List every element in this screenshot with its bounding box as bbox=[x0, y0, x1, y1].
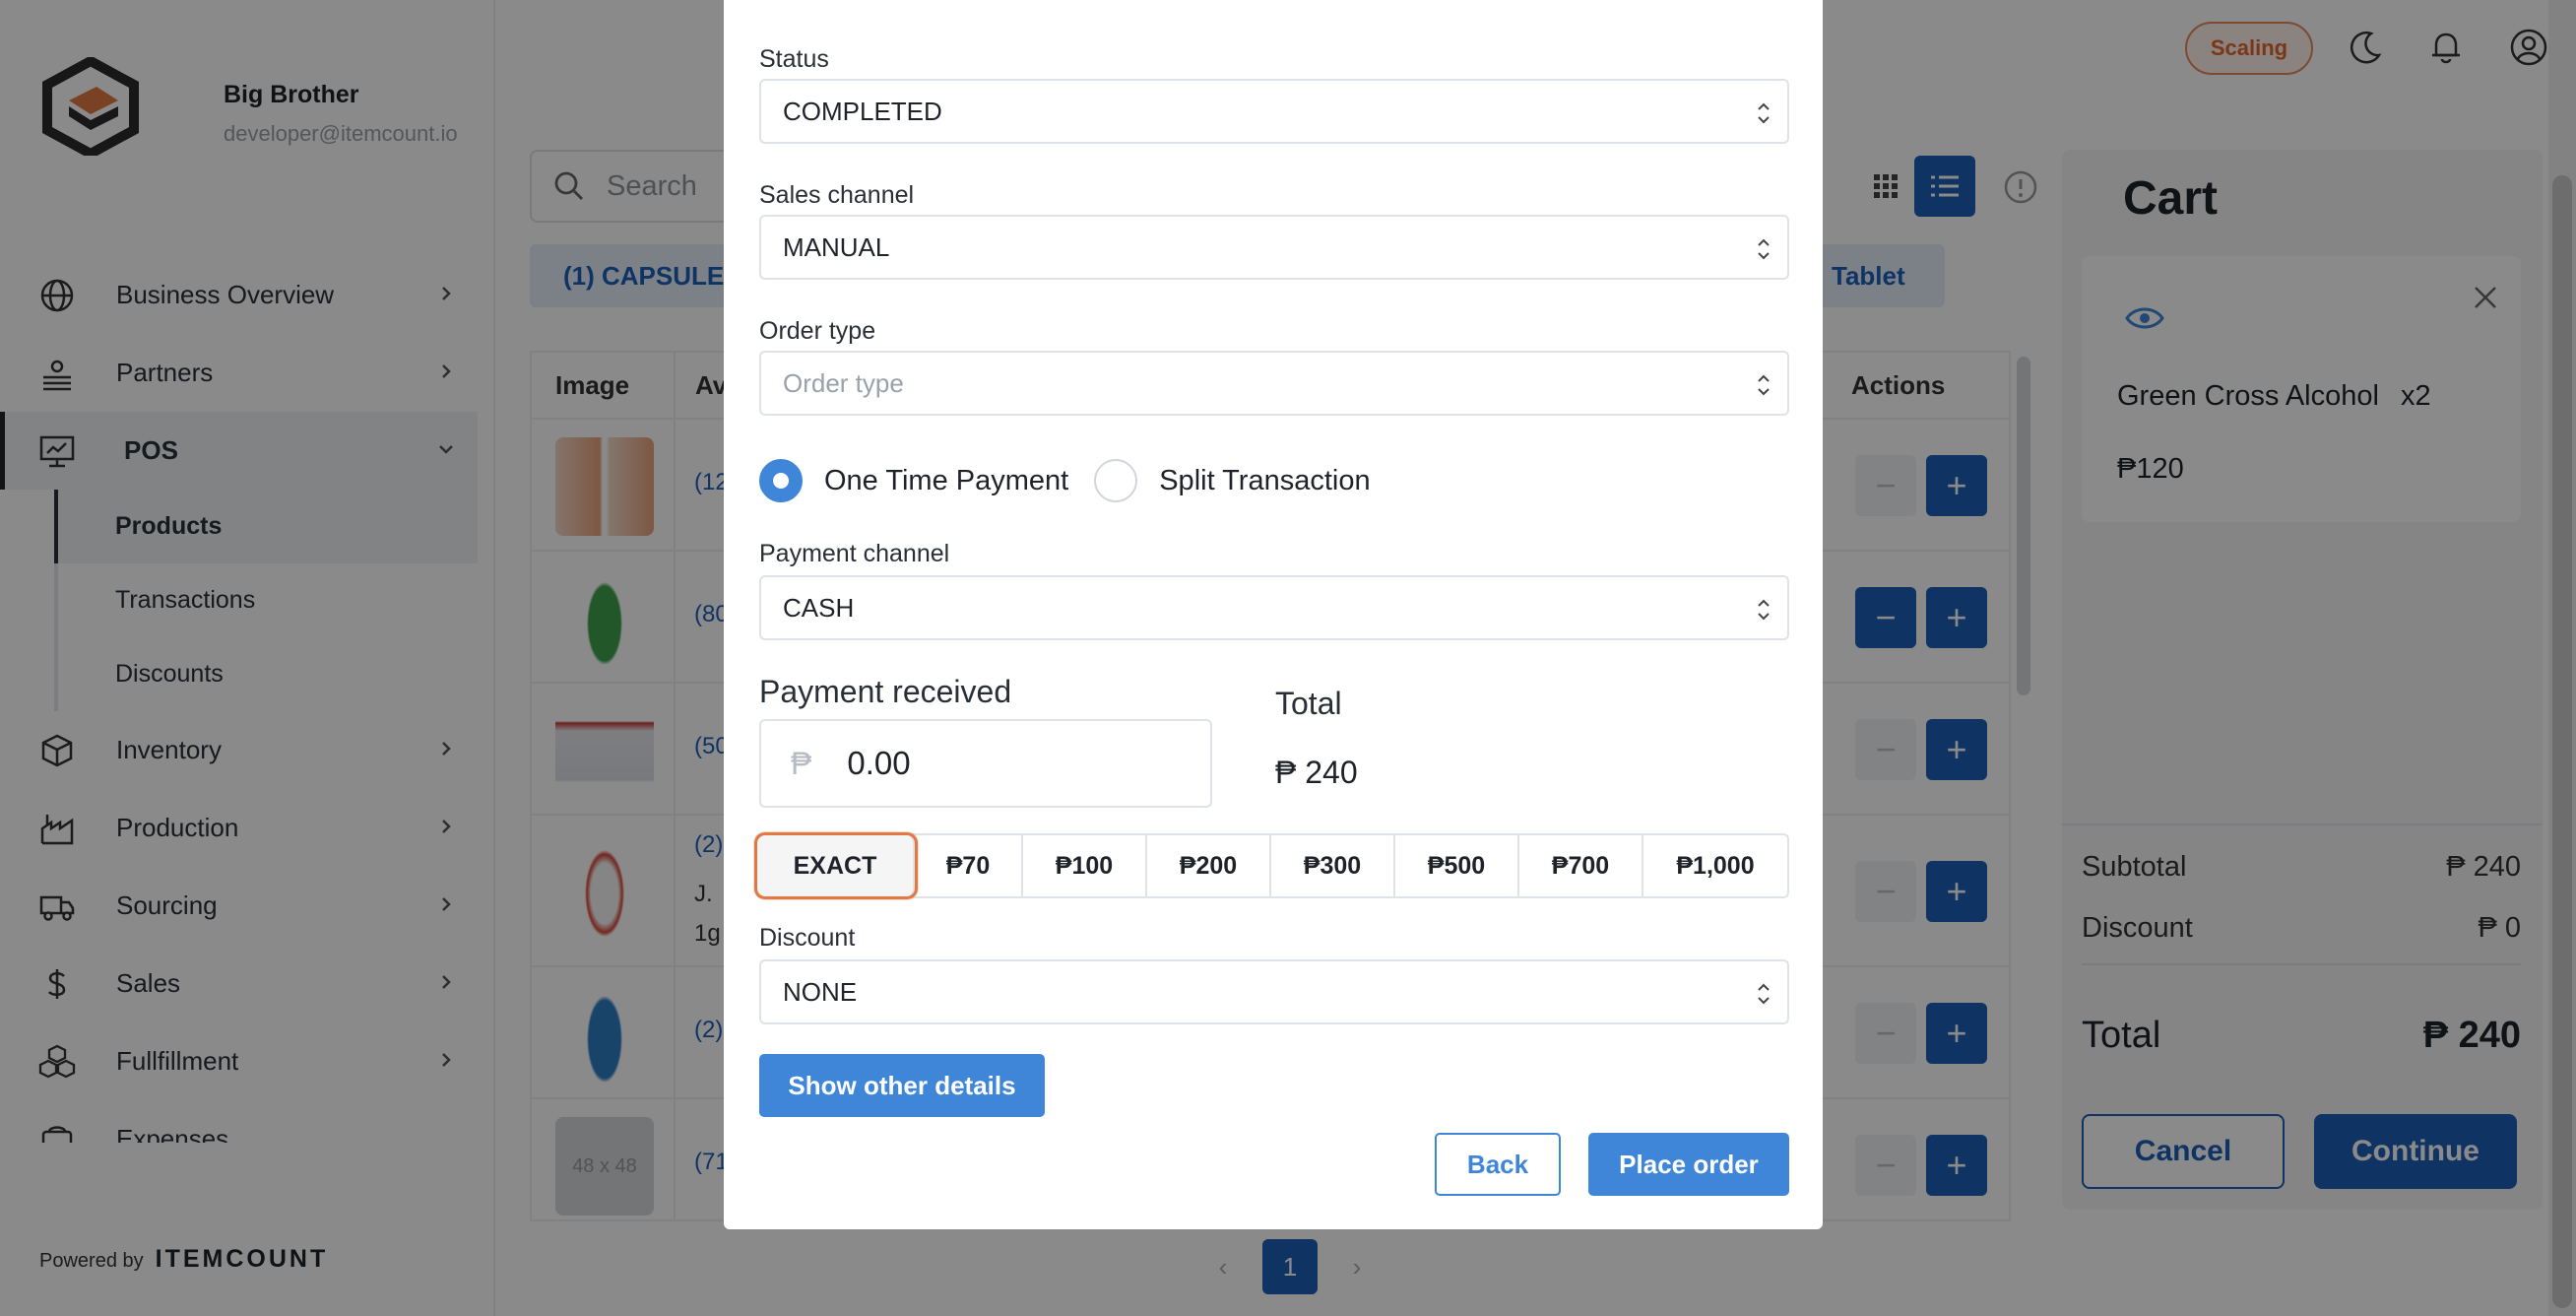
quick-amount-300[interactable]: ₱300 bbox=[1271, 835, 1395, 896]
discount-label: Discount bbox=[759, 924, 856, 952]
discount-select[interactable]: NONE bbox=[759, 959, 1789, 1024]
sales-channel-label: Sales channel bbox=[759, 181, 915, 209]
payment-received-input[interactable]: ₱ 0.00 bbox=[759, 719, 1212, 808]
one-time-payment-label[interactable]: One Time Payment bbox=[824, 465, 1068, 497]
select-arrows-icon bbox=[1758, 374, 1770, 396]
select-arrows-icon bbox=[1758, 238, 1770, 260]
payment-received-label: Payment received bbox=[759, 674, 1012, 709]
quick-amount-exact[interactable]: EXACT bbox=[754, 832, 918, 899]
quick-amount-buttons: EXACT ₱70 ₱100 ₱200 ₱300 ₱500 ₱700 ₱1,00… bbox=[754, 832, 1789, 899]
modal-total-label: Total bbox=[1275, 686, 1342, 721]
quick-amount-1000[interactable]: ₱1,000 bbox=[1643, 835, 1787, 896]
order-type-label: Order type bbox=[759, 317, 876, 345]
quick-amount-70[interactable]: ₱70 bbox=[915, 835, 1023, 896]
status-label: Status bbox=[759, 45, 829, 73]
status-select[interactable]: COMPLETED bbox=[759, 79, 1789, 144]
discount-value: NONE bbox=[783, 976, 858, 1007]
payment-channel-select[interactable]: CASH bbox=[759, 575, 1789, 640]
payment-mode-group: One Time Payment Split Transaction bbox=[759, 459, 1396, 502]
payment-channel-label: Payment channel bbox=[759, 540, 950, 567]
select-arrows-icon bbox=[1758, 983, 1770, 1005]
select-arrows-icon bbox=[1758, 102, 1770, 124]
modal-total-value: ₱ 240 bbox=[1275, 755, 1358, 790]
peso-icon: ₱ bbox=[791, 745, 812, 781]
split-transaction-radio[interactable] bbox=[1094, 459, 1138, 502]
status-value: COMPLETED bbox=[783, 96, 942, 126]
show-other-details-button[interactable]: Show other details bbox=[759, 1054, 1045, 1117]
place-order-button[interactable]: Place order bbox=[1588, 1133, 1789, 1196]
order-type-select[interactable]: Order type bbox=[759, 351, 1789, 416]
quick-amount-100[interactable]: ₱100 bbox=[1023, 835, 1147, 896]
split-transaction-label[interactable]: Split Transaction bbox=[1159, 465, 1370, 497]
select-arrows-icon bbox=[1758, 599, 1770, 621]
checkout-modal: Status COMPLETED Sales channel MANUAL Or… bbox=[724, 0, 1823, 1229]
quick-amount-500[interactable]: ₱500 bbox=[1395, 835, 1519, 896]
payment-channel-value: CASH bbox=[783, 592, 855, 623]
sales-channel-select[interactable]: MANUAL bbox=[759, 215, 1789, 280]
back-button[interactable]: Back bbox=[1435, 1133, 1561, 1196]
sales-channel-value: MANUAL bbox=[783, 231, 890, 262]
quick-amount-700[interactable]: ₱700 bbox=[1519, 835, 1643, 896]
quick-amount-200[interactable]: ₱200 bbox=[1147, 835, 1271, 896]
order-type-placeholder: Order type bbox=[783, 367, 904, 398]
one-time-payment-radio[interactable] bbox=[759, 459, 803, 502]
payment-received-value: 0.00 bbox=[847, 745, 911, 781]
